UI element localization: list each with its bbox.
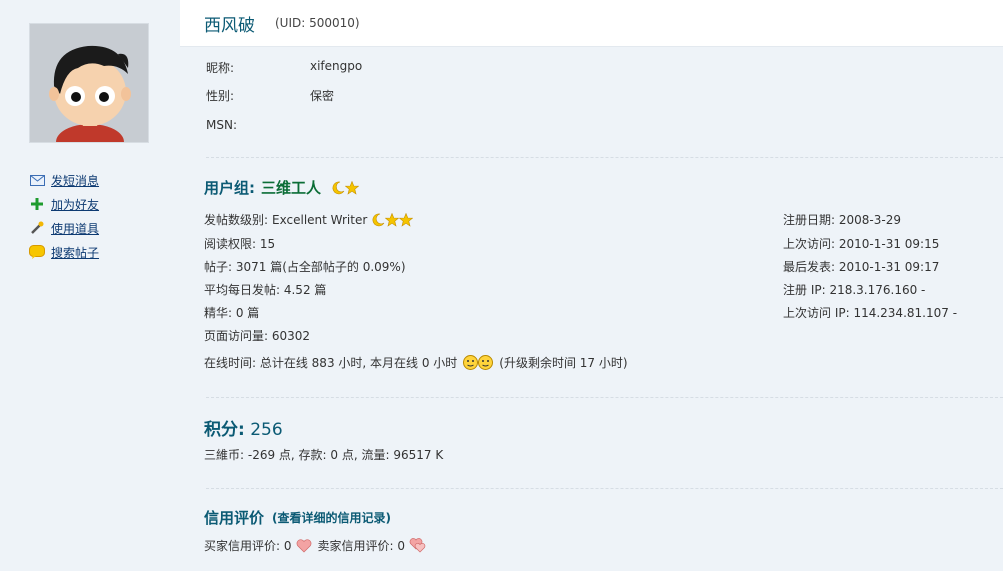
heart-icon (296, 538, 312, 553)
moon-icon (331, 181, 345, 195)
sidebar-item-search-posts[interactable]: 搜索帖子 (29, 240, 99, 264)
smiley-icon (463, 355, 479, 370)
nickname-value: xifengpo (310, 59, 363, 73)
plus-icon (29, 196, 45, 212)
profile-header: 西风破 (UID: 500010) (180, 0, 1003, 47)
sidebar-item-send-message[interactable]: 发短消息 (29, 168, 99, 192)
seller-rating: 卖家信用评价: 0 (317, 539, 406, 553)
read-permission: 阅读权限: 15 (204, 237, 276, 251)
last-visit: 上次访问: 2010-1-31 09:15 (783, 237, 940, 251)
reputation-title: 信用评价 (204, 509, 265, 527)
gender-value: 保密 (310, 89, 335, 103)
reputation-row: 买家信用评价: 0 卖家信用评价: 0 (204, 537, 427, 554)
uid-text: (UID: 500010) (275, 16, 360, 30)
username: 西风破 (204, 15, 255, 36)
online-time: 在线时间: 总计在线 883 小时, 本月在线 0 小时 (204, 356, 458, 370)
gender-label: 性别: (206, 89, 235, 103)
star-icon (385, 212, 400, 227)
upgrade-time: (升级剩余时间 17 小时) (499, 356, 628, 370)
daily-posts: 平均每日发帖: 4.52 篇 (204, 283, 327, 297)
divider (206, 488, 1003, 489)
buyer-rating: 买家信用评价: 0 (204, 539, 292, 553)
avatar (29, 23, 149, 143)
sidebar-actions: 发短消息 加为好友 使用道具 搜索帖子 (29, 168, 99, 264)
smiley-icon (478, 355, 494, 370)
star-icon (345, 180, 360, 195)
digest-count: 精华: 0 篇 (204, 306, 260, 320)
sidebar-item-use-tools[interactable]: 使用道具 (29, 216, 99, 240)
register-ip: 注册 IP: 218.3.176.160 - (783, 283, 926, 297)
hearts-icon (409, 538, 427, 553)
send-message-link[interactable]: 发短消息 (51, 172, 99, 189)
search-posts-link[interactable]: 搜索帖子 (51, 244, 99, 261)
credits-title-row: 积分: 256 (204, 415, 283, 440)
online-time-row: 在线时间: 总计在线 883 小时, 本月在线 0 小时 (升级剩余时间 17 … (204, 354, 628, 371)
star-icon (399, 212, 414, 227)
envelope-icon (29, 172, 45, 188)
posts-count: 帖子: 3071 篇(占全部帖子的 0.09%) (204, 260, 406, 274)
add-friend-link[interactable]: 加为好友 (51, 196, 99, 213)
nickname-label: 昵称: (206, 61, 235, 75)
last-visit-ip: 上次访问 IP: 114.234.81.107 - (783, 306, 958, 320)
wand-icon (29, 220, 45, 236)
user-group-label: 用户组: (204, 179, 255, 197)
msn-label: MSN: (206, 118, 237, 132)
credits-detail: 三維币: -269 点, 存款: 0 点, 流量: 96517 K (204, 448, 444, 462)
avatar-image (30, 24, 148, 142)
page-views: 页面访问量: 60302 (204, 329, 311, 343)
divider (206, 157, 1003, 158)
user-group-title: 用户组: 三维工人 (204, 177, 360, 198)
sidebar-item-add-friend[interactable]: 加为好友 (29, 192, 99, 216)
use-tools-link[interactable]: 使用道具 (51, 220, 99, 237)
register-date: 注册日期: 2008-3-29 (783, 213, 901, 227)
reputation-details-link[interactable]: (查看详细的信用记录) (272, 509, 391, 526)
credits-label: 积分: (204, 420, 245, 440)
credits-value: 256 (250, 420, 283, 440)
post-level-label: 发帖数级别: (204, 213, 269, 227)
reputation-title-row: 信用评价 (查看详细的信用记录) (204, 507, 391, 528)
moon-icon (371, 213, 385, 227)
divider (206, 397, 1003, 398)
user-group-name: 三维工人 (261, 179, 322, 197)
post-level-value: Excellent Writer (272, 212, 368, 227)
last-post: 最后发表: 2010-1-31 09:17 (783, 260, 940, 274)
search-bubble-icon (29, 244, 45, 260)
post-level-row: 发帖数级别: Excellent Writer (204, 211, 414, 228)
